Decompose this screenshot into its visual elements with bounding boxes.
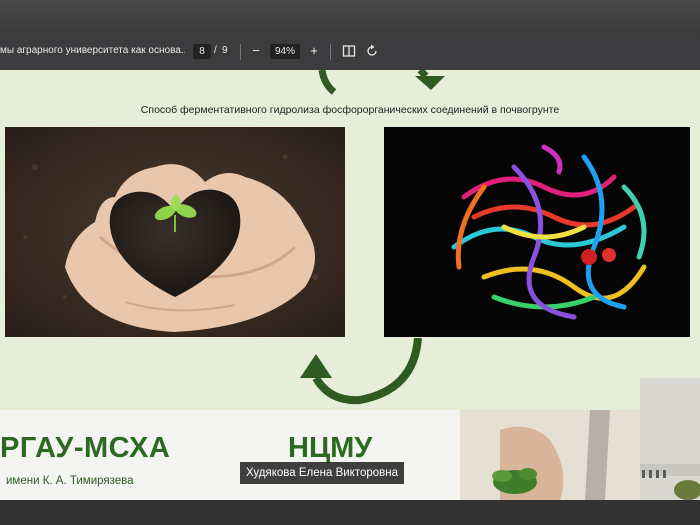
- soil-heart-in-hands-image: [5, 127, 345, 337]
- protein-ribbon-structure-image: [384, 127, 690, 337]
- pdf-toolbar: мы аграрного университета как основа... …: [0, 34, 700, 70]
- cycle-arrow-bottom: [300, 338, 422, 405]
- document-title: мы аграрного университета как основа...: [0, 45, 185, 56]
- organization-banner: РГАУ-МСХА имени К. А. Тимирязева НЦМУ: [0, 410, 640, 500]
- webcam-thumbnail: [640, 378, 700, 500]
- banner-plant-image: [460, 410, 640, 500]
- zoom-in-button[interactable]: +: [304, 41, 324, 61]
- window-bottom-bar: [0, 500, 700, 525]
- presentation-slide: Способ ферментативного гидролиза фосфоро…: [0, 70, 700, 410]
- org2-logo-text: НЦМУ: [288, 432, 373, 464]
- zoom-in-icon: +: [310, 43, 318, 58]
- window-top-bar: [0, 0, 700, 34]
- page-number-input[interactable]: 8: [193, 44, 211, 59]
- fit-page-button[interactable]: [342, 44, 356, 58]
- zoom-out-icon: −: [252, 43, 260, 58]
- fit-page-icon: [342, 45, 356, 57]
- cycle-arrow-top: [318, 70, 445, 95]
- org1-logo-text: РГАУ-МСХА: [0, 432, 171, 464]
- zoom-level-input[interactable]: 94%: [270, 44, 300, 59]
- zoom-out-button[interactable]: −: [246, 41, 266, 61]
- page-total: 9: [222, 45, 228, 56]
- rotate-icon: [367, 44, 377, 56]
- org1-subtitle: имени К. А. Тимирязева: [6, 475, 134, 487]
- rotate-button[interactable]: [365, 44, 379, 58]
- toolbar-divider: [240, 44, 241, 60]
- slide-caption: Способ ферментативного гидролиза фосфоро…: [140, 104, 560, 116]
- toolbar-divider: [330, 44, 331, 60]
- page-separator: /: [214, 45, 217, 56]
- participant-name-tag: Худякова Елена Викторовна: [240, 462, 405, 484]
